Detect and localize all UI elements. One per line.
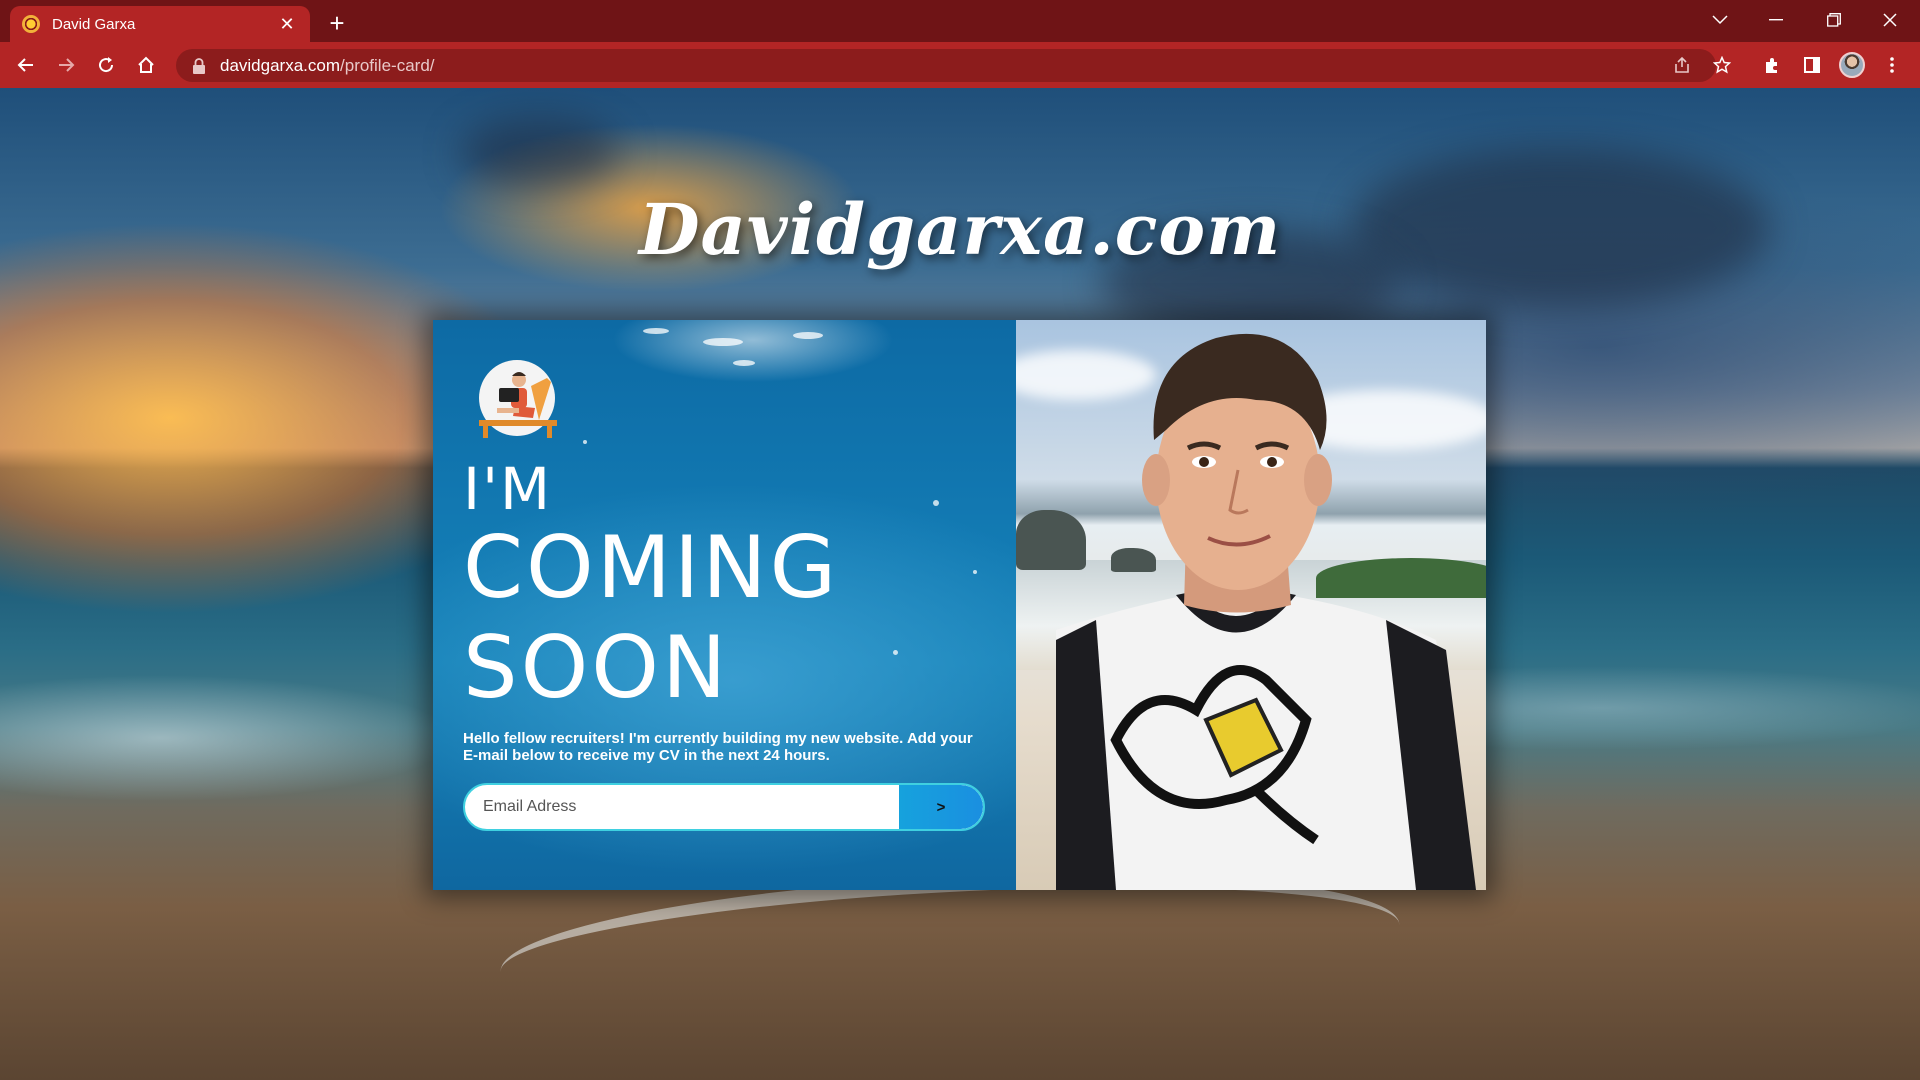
browser-tab[interactable]: David Garxa ✕	[10, 6, 310, 42]
water-bubble	[643, 328, 669, 334]
water-bubble	[733, 360, 755, 366]
favicon-icon	[22, 15, 40, 33]
water-bubble	[703, 338, 743, 346]
site-title: Davidgarxa.com	[638, 188, 1282, 271]
water-bubble	[793, 332, 823, 339]
profile-photo	[1016, 320, 1486, 890]
address-bar[interactable]: davidgarxa.com/profile-card/	[176, 49, 1716, 82]
star-icon[interactable]	[1706, 49, 1738, 81]
profile-card: I'M COMING SOON Hello fellow recruiters!…	[433, 320, 1486, 890]
headline-line-3: SOON	[463, 618, 730, 718]
water-bubble	[893, 650, 898, 655]
close-icon[interactable]	[1862, 0, 1918, 40]
tab-close-icon[interactable]: ✕	[276, 13, 298, 35]
headline-line-2: COMING	[463, 518, 840, 618]
reload-icon[interactable]	[90, 49, 122, 81]
profile-avatar-button[interactable]	[1836, 49, 1868, 81]
profile-avatar	[1839, 52, 1865, 78]
url-host: davidgarxa.com	[220, 55, 341, 75]
email-signup-form: >	[463, 783, 985, 831]
water-bubble	[973, 570, 977, 574]
submit-email-button[interactable]: >	[899, 785, 983, 829]
water-bubble	[583, 440, 587, 444]
email-input[interactable]	[465, 785, 899, 829]
share-icon[interactable]	[1666, 49, 1698, 81]
new-tab-button[interactable]: +	[322, 8, 352, 38]
intro-text: Hello fellow recruiters! I'm currently b…	[463, 730, 973, 764]
browser-toolbar: davidgarxa.com/profile-card/	[0, 42, 1920, 88]
headline-line-1: I'M	[463, 455, 553, 523]
minimize-icon[interactable]	[1748, 0, 1804, 40]
chevron-down-icon[interactable]	[1692, 0, 1748, 40]
background-cloud	[460, 118, 620, 188]
forward-arrow-icon[interactable]	[50, 49, 82, 81]
water-bubble	[933, 500, 939, 506]
side-panel-icon[interactable]	[1796, 49, 1828, 81]
back-arrow-icon[interactable]	[10, 49, 42, 81]
url-path: /profile-card/	[340, 55, 435, 75]
lock-icon	[193, 57, 205, 74]
tab-title: David Garxa	[52, 15, 136, 33]
page-viewport: Davidgarxa.com I'M COMING SOON Hello fel…	[0, 88, 1920, 1080]
home-icon[interactable]	[130, 49, 162, 81]
tab-strip: David Garxa ✕ +	[0, 0, 1920, 42]
coming-soon-panel: I'M COMING SOON Hello fellow recruiters!…	[433, 320, 1016, 890]
extensions-icon[interactable]	[1756, 49, 1788, 81]
mascot-logo	[479, 360, 557, 438]
person-portrait	[1056, 333, 1476, 890]
menu-icon[interactable]	[1876, 49, 1908, 81]
restore-icon[interactable]	[1806, 0, 1862, 40]
